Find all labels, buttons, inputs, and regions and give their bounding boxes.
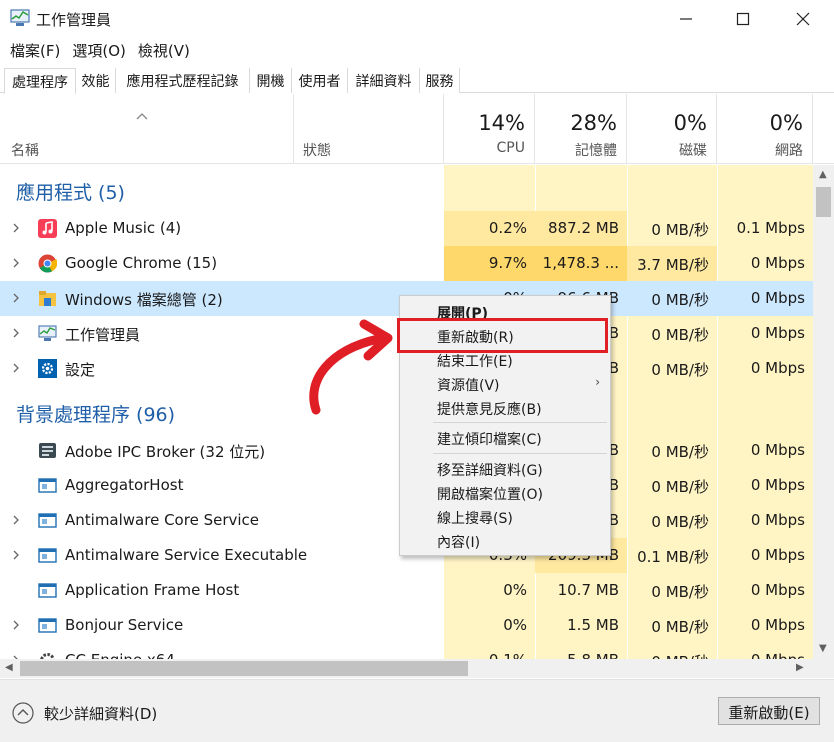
menu-options[interactable]: 選項(O) bbox=[72, 38, 126, 62]
tab-details[interactable]: 詳細資料 bbox=[348, 68, 420, 93]
vertical-scroll-thumb[interactable] bbox=[816, 187, 831, 217]
close-button[interactable] bbox=[780, 0, 826, 38]
maximize-icon bbox=[736, 12, 750, 26]
tab-strip: 處理程序 效能 應用程式歷程記錄 開機 使用者 詳細資料 服務 bbox=[0, 68, 834, 94]
column-network[interactable]: 0% 網路 bbox=[717, 94, 813, 164]
menu-separator bbox=[433, 453, 607, 454]
column-cpu[interactable]: 14% CPU bbox=[444, 94, 535, 164]
column-header: 名稱 狀態 14% CPU 28% 記憶體 0% 磁碟 0% 網路 bbox=[0, 94, 834, 164]
horizontal-scroll-thumb[interactable] bbox=[20, 661, 468, 676]
table-row[interactable]: Bonjour Service 0% 1.5 MB 0 MB/秒 0 Mbps bbox=[0, 608, 813, 643]
menu-item-go-to-details[interactable]: 移至詳細資料(G) bbox=[400, 457, 610, 481]
sort-ascending-icon bbox=[136, 113, 148, 120]
vertical-scrollbar[interactable]: ▲ ▼ bbox=[813, 165, 834, 659]
highlight-box bbox=[397, 318, 608, 353]
tab-processes[interactable]: 處理程序 bbox=[4, 68, 76, 94]
menu-separator bbox=[433, 422, 607, 423]
network-total: 0% bbox=[769, 111, 803, 135]
tab-performance[interactable]: 效能 bbox=[76, 68, 116, 93]
chevron-right-icon[interactable] bbox=[11, 514, 21, 526]
group-background: 背景處理程序 (96) bbox=[16, 404, 176, 426]
application-window-icon bbox=[38, 548, 57, 563]
chevron-right-icon[interactable] bbox=[11, 292, 21, 304]
menu-view[interactable]: 檢視(V) bbox=[138, 38, 190, 62]
memory-total: 28% bbox=[570, 111, 617, 135]
apple-music-icon bbox=[38, 219, 57, 238]
table-row[interactable]: Application Frame Host 0% 10.7 MB 0 MB/秒… bbox=[0, 573, 813, 608]
application-window-icon bbox=[38, 583, 57, 598]
table-row[interactable]: Apple Music (4) 0.2% 887.2 MB 0 MB/秒 0.1… bbox=[0, 211, 813, 246]
title-bar: 工作管理員 bbox=[0, 0, 834, 38]
menu-file[interactable]: 檔案(F) bbox=[10, 38, 60, 62]
cc-engine-gear-icon bbox=[40, 653, 55, 659]
menu-item-properties[interactable]: 內容(I) bbox=[400, 529, 610, 553]
column-status[interactable]: 狀態 bbox=[294, 94, 444, 164]
chevron-right-icon[interactable] bbox=[11, 257, 21, 269]
column-disk[interactable]: 0% 磁碟 bbox=[627, 94, 717, 164]
minimize-icon bbox=[680, 18, 692, 20]
restart-button[interactable]: 重新啟動(E) bbox=[718, 697, 820, 725]
column-name[interactable]: 名稱 bbox=[0, 94, 294, 164]
footer: 較少詳細資料(D) 重新啟動(E) bbox=[0, 679, 834, 742]
chevron-right-icon[interactable] bbox=[11, 549, 21, 561]
menu-item-create-dump[interactable]: 建立傾印檔案(C) bbox=[400, 426, 610, 450]
file-explorer-icon bbox=[39, 291, 56, 306]
fewer-details-label: 較少詳細資料(D) bbox=[44, 704, 158, 723]
application-window-icon bbox=[38, 513, 57, 528]
chevron-right-icon[interactable] bbox=[11, 362, 21, 374]
chevron-right-icon[interactable] bbox=[11, 327, 21, 339]
chevron-right-icon[interactable] bbox=[11, 619, 21, 631]
application-window-icon bbox=[38, 478, 57, 493]
collapse-circle-icon bbox=[12, 702, 34, 724]
cpu-total: 14% bbox=[478, 111, 525, 135]
table-row[interactable]: CC Engine x64 0.1% 5.8 MB 0 MB/秒 0 Mbps bbox=[0, 643, 813, 659]
close-icon bbox=[796, 12, 810, 26]
group-apps: 應用程式 (5) bbox=[16, 182, 125, 204]
chevron-right-icon[interactable] bbox=[11, 222, 21, 234]
menu-item-search-online[interactable]: 線上搜尋(S) bbox=[400, 505, 610, 529]
task-manager-icon bbox=[38, 325, 57, 341]
adobe-ipc-icon bbox=[39, 443, 56, 458]
disk-total: 0% bbox=[673, 111, 707, 135]
application-window-icon bbox=[38, 618, 57, 633]
menu-item-open-file-location[interactable]: 開啟檔案位置(O) bbox=[400, 481, 610, 505]
horizontal-scrollbar[interactable]: ◀ ▶ bbox=[0, 659, 834, 678]
column-memory[interactable]: 28% 記憶體 bbox=[535, 94, 627, 164]
scroll-left-icon[interactable]: ◀ bbox=[5, 662, 13, 673]
menu-bar: 檔案(F) 選項(O) 檢視(V) bbox=[0, 38, 834, 62]
task-manager-icon bbox=[10, 9, 30, 26]
submenu-arrow-icon: › bbox=[595, 375, 600, 389]
menu-item-resource-values[interactable]: 資源值(V) › bbox=[400, 372, 610, 396]
scroll-right-icon[interactable]: ▶ bbox=[796, 662, 804, 673]
settings-gear-icon bbox=[38, 359, 57, 378]
tab-services[interactable]: 服務 bbox=[420, 68, 460, 93]
minimize-button[interactable] bbox=[663, 0, 709, 38]
scroll-up-icon[interactable]: ▲ bbox=[819, 169, 827, 180]
tab-users[interactable]: 使用者 bbox=[292, 68, 348, 93]
tab-startup[interactable]: 開機 bbox=[250, 68, 292, 93]
window-title: 工作管理員 bbox=[36, 11, 112, 29]
maximize-button[interactable] bbox=[720, 0, 766, 38]
red-arrow-icon bbox=[309, 319, 393, 415]
table-row[interactable]: Google Chrome (15) 9.7% 1,478.3 ... 3.7 … bbox=[0, 246, 813, 281]
scroll-down-icon[interactable]: ▼ bbox=[819, 643, 827, 654]
menu-item-feedback[interactable]: 提供意見反應(B) bbox=[400, 396, 610, 420]
tab-app-history[interactable]: 應用程式歷程記錄 bbox=[116, 68, 250, 93]
google-chrome-icon bbox=[38, 254, 57, 273]
fewer-details-toggle[interactable]: 較少詳細資料(D) bbox=[12, 702, 157, 724]
